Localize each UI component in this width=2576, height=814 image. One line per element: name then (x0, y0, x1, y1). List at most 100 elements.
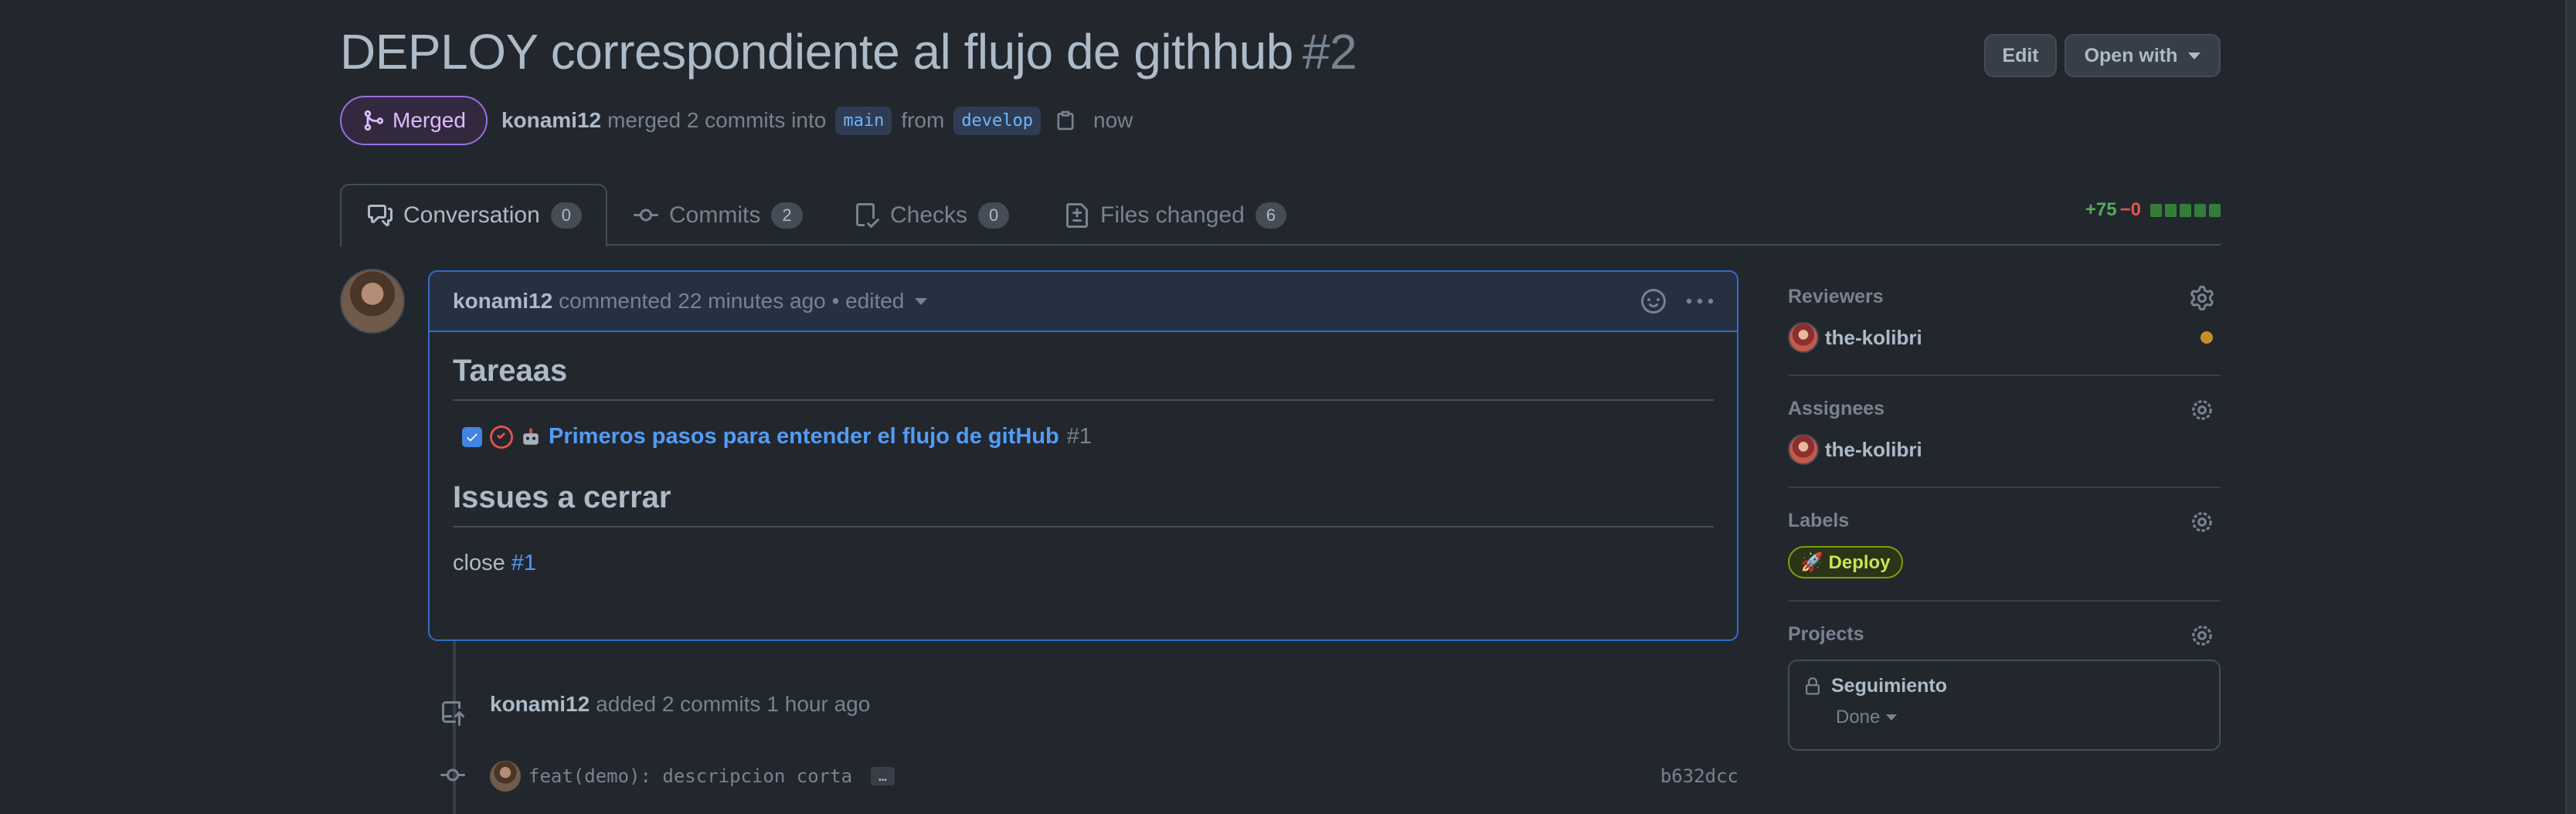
pr-title: DEPLOY correspondiente al flujo de githh… (340, 23, 1357, 80)
close-text: close (453, 551, 505, 575)
comment-time[interactable]: 22 minutes ago (678, 289, 825, 314)
issue-ref-link[interactable]: #1 (511, 551, 536, 575)
commit-row: feat(demo): descripcion corta … b632dcc (440, 757, 1738, 795)
commits-added-event: konami12 added 2 commits 1 hour ago (490, 692, 870, 717)
open-with-button[interactable]: Open with (2065, 34, 2221, 77)
project-card[interactable]: Seguimiento Done (1788, 660, 2221, 751)
pr-time: now (1093, 108, 1133, 132)
diffstat: +75 −0 (2085, 199, 2221, 221)
check-icon (467, 433, 477, 441)
tab-counter: 6 (1255, 202, 1287, 229)
project-status-dropdown[interactable]: Done (1836, 707, 2205, 728)
edit-button-label: Edit (2002, 44, 2039, 66)
pr-meta: Merged konami12 merged 2 commits into ma… (340, 96, 1133, 145)
tab-checks[interactable]: Checks 0 (855, 184, 1010, 247)
diffstat-deletions: −0 (2119, 199, 2141, 220)
tab-label: Commits (669, 202, 761, 228)
reviewer-name: the-kolibri (1825, 325, 1922, 349)
labels-section: Labels 🚀 Deploy (1788, 510, 2221, 602)
tab-counter: 2 (771, 202, 803, 229)
robot-emoji-icon (523, 428, 539, 445)
comment-heading: Issues a cerrar (453, 480, 1714, 527)
tab-commits[interactable]: Commits 2 (634, 184, 803, 247)
project-status: Done (1836, 707, 1881, 728)
pr-author-link[interactable]: konami12 (501, 108, 601, 133)
issue-number: #1 (1066, 424, 1092, 449)
comment-body: Tareaas Primeros pasos para entender el … (430, 332, 1737, 598)
base-branch[interactable]: main (835, 106, 892, 135)
state-label: Merged (393, 108, 466, 132)
diffstat-block (2180, 203, 2191, 217)
kebab-horizontal-icon[interactable] (1686, 289, 1714, 314)
avatar (1788, 322, 1819, 353)
diffstat-block (2150, 203, 2162, 217)
avatar (1788, 434, 1819, 465)
gear-icon[interactable] (2190, 398, 2214, 422)
comment-box: konami12 commented 22 minutes ago • edit… (428, 270, 1738, 641)
comment-action: commented (559, 289, 672, 313)
assignees-title: Assignees (1788, 398, 1885, 419)
tab-counter: 0 (550, 202, 583, 229)
issue-link[interactable]: Primeros pasos para entender el flujo de… (549, 424, 1059, 449)
reviewers-title: Reviewers (1788, 286, 1884, 307)
projects-section: Projects Seguimiento Done (1788, 623, 2221, 751)
tab-label: Conversation (403, 202, 540, 228)
gear-icon[interactable] (2190, 286, 2214, 310)
merged-text: merged 2 commits into (607, 108, 827, 132)
pr-tabs: Conversation 0 Commits 2 Checks 0 Files … (340, 184, 2221, 247)
assignees-section: Assignees the-kolibri (1788, 398, 2221, 488)
pending-review-dot (2200, 331, 2213, 344)
issue-closed-icon (490, 425, 513, 449)
lock-icon (1806, 677, 1820, 694)
tab-conversation[interactable]: Conversation 0 (340, 184, 607, 247)
pr-number: #2 (1302, 24, 1358, 80)
label-deploy[interactable]: 🚀 Deploy (1788, 546, 1903, 578)
close-line: close #1 (453, 551, 1714, 576)
avatar[interactable] (490, 761, 521, 792)
event-time[interactable]: 1 hour ago (766, 692, 870, 717)
event-author[interactable]: konami12 (490, 692, 590, 717)
diffstat-block (2165, 203, 2177, 217)
comment-heading: Tareaas (453, 354, 1714, 401)
projects-title: Projects (1788, 623, 1864, 645)
scrollbar[interactable] (2565, 0, 2576, 814)
event-action: added 2 commits (596, 692, 761, 716)
gear-icon[interactable] (2190, 510, 2214, 534)
file-diff-icon (1066, 203, 1088, 228)
reviewer[interactable]: the-kolibri (1788, 322, 2221, 353)
chevron-down-icon (2188, 52, 2201, 59)
project-name: Seguimiento (1831, 675, 1948, 697)
repo-push-icon (442, 701, 464, 726)
git-merge-icon (364, 110, 384, 131)
comment-edited[interactable]: • edited (832, 289, 905, 314)
tab-label: Checks (890, 202, 968, 228)
smiley-icon[interactable] (1641, 289, 1666, 314)
sidebar: Reviewers the-kolibri Assignees the-koli… (1788, 286, 2221, 751)
commit-message[interactable]: feat(demo): descripcion corta (528, 765, 852, 787)
avatar[interactable] (340, 269, 405, 334)
assignee[interactable]: the-kolibri (1788, 434, 2221, 465)
diffstat-block (2209, 203, 2221, 217)
gear-icon[interactable] (2190, 623, 2214, 648)
comment-author[interactable]: konami12 (453, 289, 552, 314)
commit-sha[interactable]: b632dcc (1660, 765, 1738, 787)
chevron-down-icon[interactable] (915, 297, 928, 305)
checks-icon (856, 203, 879, 228)
tab-files-changed[interactable]: Files changed 6 (1065, 184, 1287, 247)
assignee-name: the-kolibri (1825, 437, 1922, 461)
chevron-down-icon (1886, 714, 1898, 721)
open-with-label: Open with (2084, 44, 2178, 66)
task-checkbox[interactable] (462, 426, 482, 447)
tab-label: Files changed (1100, 202, 1245, 228)
task-list-item: Primeros pasos para entender el flujo de… (462, 424, 1714, 449)
copy-icon[interactable] (1055, 109, 1076, 132)
edit-button[interactable]: Edit (1984, 34, 2057, 77)
diffstat-additions: +75 (2085, 199, 2117, 220)
conversation-icon (368, 205, 393, 226)
commit-expand-button[interactable]: … (871, 767, 895, 785)
head-branch[interactable]: develop (953, 106, 1042, 135)
state-badge: Merged (340, 96, 488, 145)
tab-counter: 0 (978, 202, 1010, 229)
diffstat-block (2194, 203, 2206, 217)
labels-title: Labels (1788, 510, 1850, 531)
